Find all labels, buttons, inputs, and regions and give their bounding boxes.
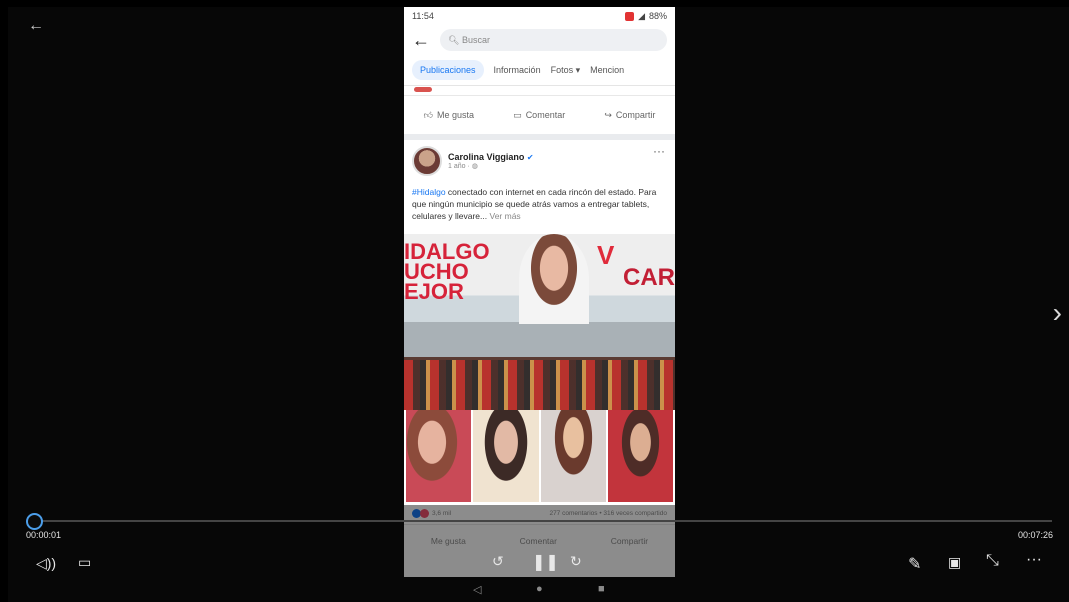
status-bar: 11:54 ◢ 88%: [404, 7, 675, 25]
edit-icon[interactable]: ✎: [908, 554, 921, 574]
post-image-thumbs: [404, 410, 675, 502]
verified-icon: ✔: [526, 153, 534, 162]
thumb-photo: [406, 410, 472, 502]
crowd-photo: [404, 360, 675, 410]
search-bar: ← 🔍︎ Buscar: [404, 25, 675, 55]
avatar: [412, 146, 442, 176]
search-placeholder: Buscar: [461, 35, 490, 45]
miniplayer-icon[interactable]: ▣: [948, 554, 961, 571]
like-label: Me gusta: [436, 110, 475, 120]
chevron-right-icon[interactable]: ›: [1053, 297, 1062, 329]
forward-icon[interactable]: ↻: [570, 553, 582, 570]
post-text: #Hidalgo conectado con internet en cada …: [404, 182, 675, 234]
post-author: Carolina Viggiano: [448, 152, 525, 162]
status-time: 11:54: [412, 11, 434, 21]
seek-bar[interactable]: [34, 520, 1052, 522]
search-input: 🔍︎ Buscar: [440, 29, 667, 51]
globe-icon: ◍: [471, 163, 478, 170]
post-hashtag: #Hidalgo: [412, 187, 446, 197]
more-options-icon[interactable]: ···: [1026, 551, 1042, 569]
thumb-photo: [540, 410, 606, 502]
android-recents-icon: ■: [598, 583, 605, 595]
post-body: conectado con internet en cada rincón de…: [412, 187, 657, 221]
profile-tabs: Publicaciones Información Fotos ▾ Mencio…: [404, 55, 675, 86]
volume-icon[interactable]: ◁)): [36, 555, 56, 572]
battery-level: 88%: [648, 11, 667, 21]
like-action: 👍︎ Me gusta: [424, 110, 474, 121]
thumb-photo: [473, 410, 539, 502]
banner-left-text: IDALGO UCHO EJOR: [404, 239, 490, 304]
signal-icon: ◢: [638, 10, 645, 21]
post-header: Carolina Viggiano ✔ 1 año · ◍ ···: [404, 140, 675, 182]
exit-fullscreen-icon[interactable]: ⤡: [986, 552, 999, 570]
captions-icon[interactable]: ▭: [78, 554, 91, 571]
total-time: 00:07:26: [1017, 530, 1053, 540]
android-home-icon: ●: [536, 583, 543, 595]
share-action: ↪ Compartir: [604, 110, 655, 121]
previous-post-reactions: [404, 86, 675, 96]
banner-v-letter: V: [597, 240, 615, 270]
back-arrow-icon[interactable]: ←: [28, 17, 44, 35]
search-icon: 🔍︎: [448, 34, 462, 45]
post-image-main: IDALGO UCHO EJOR V CAR: [404, 234, 675, 410]
video-frame: 11:54 ◢ 88% ← 🔍︎ Buscar Publicaciones In…: [404, 7, 675, 577]
comment-label: Comentar: [525, 110, 566, 120]
back-icon: ←: [412, 29, 430, 50]
current-time: 00:00:01: [26, 530, 62, 540]
tab-menciones: Mencion: [590, 65, 625, 75]
thumb-up-icon: 👍︎: [423, 109, 433, 120]
comment-action: ▭ Comentar: [513, 110, 565, 121]
candidate-photo: [519, 234, 589, 324]
thumb-photo: [607, 410, 673, 502]
rewind-icon[interactable]: ↺: [492, 553, 504, 570]
pause-icon[interactable]: ❚❚: [532, 552, 559, 572]
share-icon: ↪: [604, 109, 612, 120]
comment-icon: ▭: [513, 109, 522, 120]
android-back-icon: ◁: [473, 584, 482, 596]
banner-right-text: CAR: [623, 264, 675, 291]
see-more-link: Ver más: [489, 211, 521, 221]
tab-publicaciones: Publicaciones: [412, 60, 484, 80]
tab-informacion: Información: [493, 65, 541, 75]
post-time: 1 año: [448, 163, 466, 170]
tab-fotos: Fotos ▾: [550, 64, 581, 75]
share-label: Compartir: [615, 110, 656, 120]
more-icon: ···: [653, 144, 665, 158]
post-actions: 👍︎ Me gusta ▭ Comentar ↪ Compartir: [404, 96, 675, 140]
seek-handle[interactable]: [26, 513, 43, 530]
record-icon: [625, 11, 635, 21]
